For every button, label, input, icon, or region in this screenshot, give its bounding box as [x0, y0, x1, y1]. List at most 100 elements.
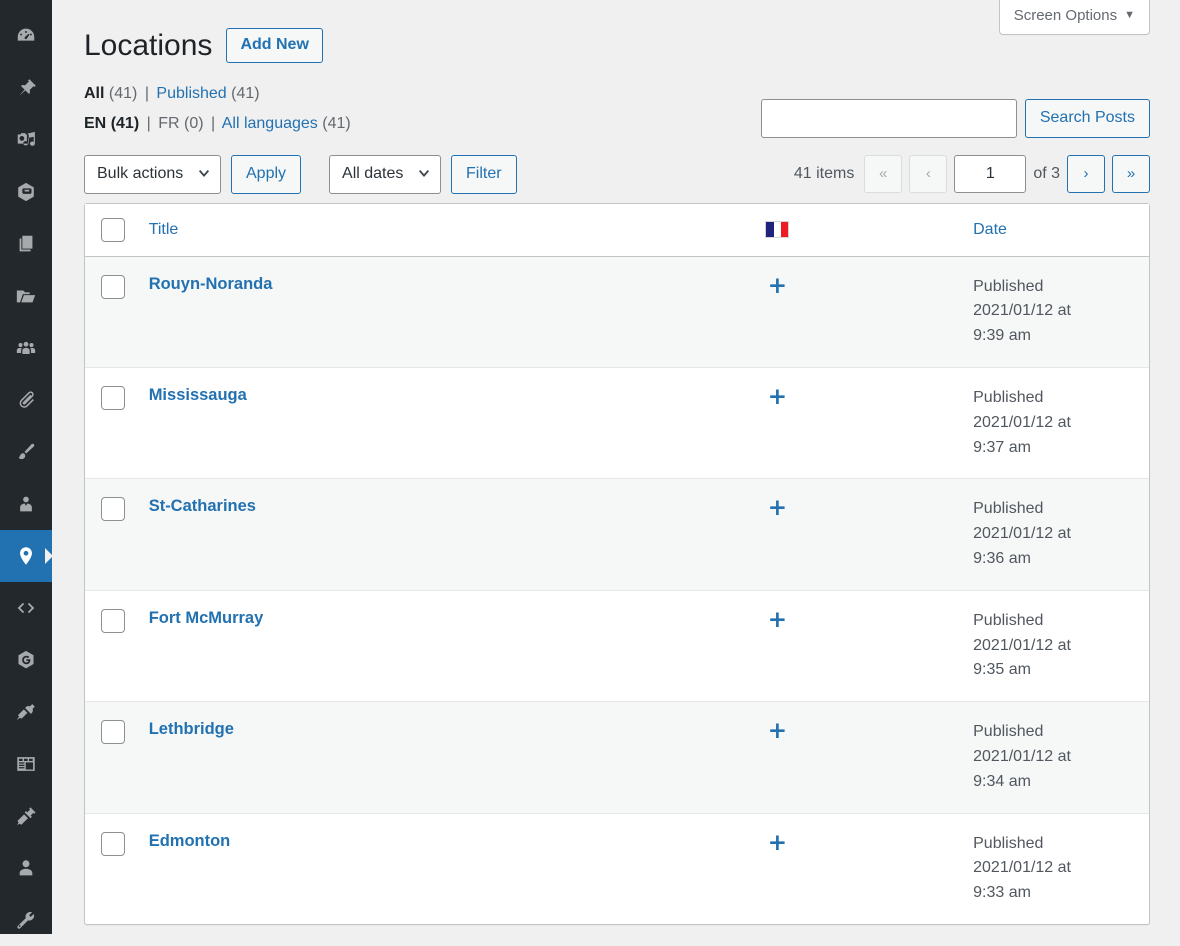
row-checkbox[interactable] [101, 275, 125, 299]
column-header-title-link[interactable]: Title [149, 221, 179, 238]
language-filter-all-count: (41) [322, 115, 350, 132]
row-checkbox[interactable] [101, 832, 125, 856]
filter-button[interactable]: Filter [451, 155, 517, 194]
sidebar-item-users[interactable] [0, 842, 52, 894]
select-all-header [85, 204, 137, 257]
row-translation-cell: + [600, 702, 955, 813]
sidebar-top-spacer [0, 0, 52, 10]
paintbrush-icon [15, 441, 37, 463]
screen-options-button[interactable]: Screen Options ▼ [999, 0, 1150, 35]
row-select-cell [85, 814, 137, 924]
sidebar-item-comments[interactable] [0, 166, 52, 218]
sidebar-item-team[interactable] [0, 322, 52, 374]
bulk-actions-select[interactable]: Bulk actions [84, 155, 221, 194]
user-icon [15, 857, 37, 879]
language-filter-all-link[interactable]: All languages [222, 115, 318, 132]
add-translation-icon[interactable]: + [768, 609, 787, 632]
column-header-title[interactable]: Title [137, 204, 600, 257]
status-filter-published[interactable]: Published (41) [152, 85, 260, 102]
table-row: Fort McMurray + Published2021/01/12 at9:35… [85, 591, 1149, 702]
g-badge-icon [15, 649, 37, 671]
row-date-cell: Published2021/01/12 at9:39 am [955, 257, 1149, 368]
table-row: Edmonton+Published2021/01/12 at9:33 am [85, 814, 1149, 924]
row-date-status: Published [973, 497, 1139, 522]
row-translation-cell: + [600, 479, 955, 590]
row-title-link[interactable]: Mississauga [149, 386, 247, 404]
chevron-down-icon: ▼ [1124, 10, 1135, 21]
sidebar-item-posts[interactable] [0, 62, 52, 114]
language-filter-fr[interactable]: FR (0) [154, 115, 208, 132]
search-posts-button[interactable]: Search Posts [1025, 99, 1150, 138]
language-filter-all[interactable]: All languages (41) [218, 115, 351, 132]
table-head: Title Date [85, 204, 1149, 257]
language-filter-en[interactable]: EN (41) [84, 115, 144, 132]
locations-table: Title Date Rouyn-Noranda+Published2021/0… [84, 203, 1150, 925]
select-all-checkbox[interactable] [101, 218, 125, 242]
row-date-cell: Published2021/01/12 at9:35 am [955, 591, 1149, 702]
sidebar-item-locations[interactable] [0, 530, 52, 582]
language-filter-separator-1: | [144, 115, 154, 132]
row-date-status: Published [973, 275, 1139, 300]
sidebar-item-tools[interactable] [0, 894, 52, 946]
row-checkbox[interactable] [101, 609, 125, 633]
row-select-cell [85, 591, 137, 702]
comments-icon [15, 181, 37, 203]
row-title-cell: Rouyn-Noranda [137, 257, 600, 368]
column-header-date[interactable]: Date [955, 204, 1149, 257]
sidebar-item-layout[interactable] [0, 738, 52, 790]
last-page-button[interactable]: » [1112, 155, 1150, 193]
pages-icon [15, 233, 37, 255]
row-select-cell [85, 368, 137, 479]
page-header: Locations Add New [84, 0, 1150, 65]
sidebar-item-pages[interactable] [0, 218, 52, 270]
status-filter-published-link[interactable]: Published [156, 85, 226, 102]
sidebar-item-plugin-pin[interactable] [0, 686, 52, 738]
row-date-date: 2021/01/12 at [973, 411, 1139, 436]
displaying-num: 41 items [794, 165, 854, 183]
add-new-button[interactable]: Add New [226, 28, 322, 63]
sidebar-item-code[interactable] [0, 582, 52, 634]
sidebar-item-plugins[interactable] [0, 790, 52, 842]
first-page-button[interactable]: « [864, 155, 902, 193]
sidebar-item-dashboard[interactable] [0, 10, 52, 62]
status-filter-all[interactable]: All (41) [84, 85, 142, 102]
add-translation-icon[interactable]: + [768, 497, 787, 520]
row-translation-cell: + [600, 257, 955, 368]
bulk-actions-select-wrap: Bulk actions [84, 155, 221, 194]
add-translation-icon[interactable]: + [768, 386, 787, 409]
add-translation-icon[interactable]: + [768, 275, 787, 298]
table-header-row: Title Date [85, 204, 1149, 257]
status-filter-all-link[interactable]: All [84, 85, 104, 102]
language-filter-fr-label: FR [158, 115, 179, 132]
admin-body: Screen Options ▼ Locations Add New All (… [52, 0, 1180, 934]
row-title-link[interactable]: St-Catharines [149, 497, 256, 515]
search-input[interactable] [761, 99, 1017, 138]
row-date-date: 2021/01/12 at [973, 522, 1139, 547]
prev-page-button[interactable]: ‹ [909, 155, 947, 193]
row-date-date: 2021/01/12 at [973, 856, 1139, 881]
next-page-button[interactable]: › [1067, 155, 1105, 193]
table-row: Lethbridge+Published2021/01/12 at9:34 am [85, 702, 1149, 813]
add-translation-icon[interactable]: + [768, 832, 787, 855]
row-title-link[interactable]: Rouyn-Noranda [149, 275, 273, 293]
dashboard-icon [15, 25, 37, 47]
column-header-date-link[interactable]: Date [973, 221, 1007, 238]
row-title-link[interactable]: Fort McMurray [149, 609, 264, 627]
sidebar-item-appearance[interactable] [0, 426, 52, 478]
row-checkbox[interactable] [101, 386, 125, 410]
groups-icon [15, 337, 37, 359]
bulk-actions-bar: Bulk actions Apply All dates Filter [84, 155, 517, 194]
sidebar-item-gravity[interactable] [0, 634, 52, 686]
sidebar-item-media[interactable] [0, 114, 52, 166]
row-checkbox[interactable] [101, 720, 125, 744]
row-title-link[interactable]: Edmonton [149, 832, 231, 850]
row-checkbox[interactable] [101, 497, 125, 521]
apply-button[interactable]: Apply [231, 155, 301, 194]
sidebar-item-portfolio[interactable] [0, 270, 52, 322]
sidebar-item-attachments[interactable] [0, 374, 52, 426]
current-page-input[interactable] [954, 155, 1026, 193]
sidebar-item-staff[interactable] [0, 478, 52, 530]
row-title-link[interactable]: Lethbridge [149, 720, 234, 738]
add-translation-icon[interactable]: + [768, 720, 787, 743]
dates-select[interactable]: All dates [329, 155, 441, 194]
